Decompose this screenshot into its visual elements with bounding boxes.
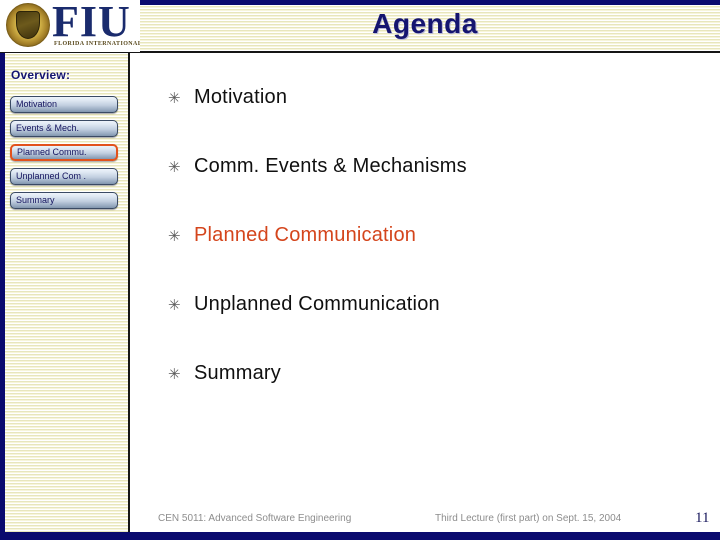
sidebar-navy-edge bbox=[0, 53, 5, 532]
sidebar-item-unplanned-com[interactable]: Unplanned Com . bbox=[10, 168, 118, 185]
asterisk-bullet-icon: ✳ bbox=[168, 228, 181, 245]
bullet-item: ✳ Planned Communication bbox=[168, 224, 416, 247]
bullet-item: ✳ Summary bbox=[168, 362, 281, 385]
footer-lecture-label: Third Lecture (first part) on Sept. 15, … bbox=[435, 513, 622, 524]
sidebar-item-motivation[interactable]: Motivation bbox=[10, 96, 118, 113]
slide-canvas: Agenda FIU FLORIDA INTERNATIONAL UNIVERS… bbox=[0, 0, 720, 540]
asterisk-bullet-icon: ✳ bbox=[168, 297, 181, 314]
bullet-item: ✳ Comm. Events & Mechanisms bbox=[168, 155, 467, 178]
sidebar-item-summary[interactable]: Summary bbox=[10, 192, 118, 209]
footer-course-label: CEN 5011: Advanced Software Engineering bbox=[158, 513, 352, 524]
asterisk-bullet-icon: ✳ bbox=[168, 90, 181, 107]
bullet-label-motivation: Motivation bbox=[194, 86, 288, 108]
bullet-item: ✳ Motivation bbox=[168, 86, 287, 109]
asterisk-bullet-icon: ✳ bbox=[168, 366, 181, 383]
bullet-label-unplanned-communication: Unplanned Communication bbox=[194, 293, 440, 315]
sidebar-item-planned-commu[interactable]: Planned Commu. bbox=[10, 144, 118, 161]
sidebar-heading: Overview: bbox=[11, 68, 71, 82]
asterisk-bullet-icon: ✳ bbox=[168, 159, 181, 176]
sidebar-right-rule bbox=[128, 53, 130, 532]
fiu-logo: FIU FLORIDA INTERNATIONAL UNIVERSITY bbox=[0, 0, 140, 52]
bottom-navy-bar bbox=[0, 532, 720, 540]
slide-content: ✳ Motivation ✳ Comm. Events & Mechanisms… bbox=[132, 53, 720, 505]
page-title: Agenda bbox=[372, 8, 478, 39]
bullet-label-summary: Summary bbox=[194, 362, 281, 384]
fiu-seal-icon bbox=[6, 3, 50, 47]
fiu-wordmark: FIU bbox=[52, 0, 131, 46]
page-number: 11 bbox=[695, 510, 710, 526]
bullet-item: ✳ Unplanned Communication bbox=[168, 293, 440, 316]
fiu-logo-subtitle: FLORIDA INTERNATIONAL UNIVERSITY bbox=[54, 41, 140, 47]
sidebar-item-events-mech[interactable]: Events & Mech. bbox=[10, 120, 118, 137]
bullet-label-planned-communication: Planned Communication bbox=[194, 224, 417, 246]
bullet-label-comm-events: Comm. Events & Mechanisms bbox=[194, 155, 467, 177]
